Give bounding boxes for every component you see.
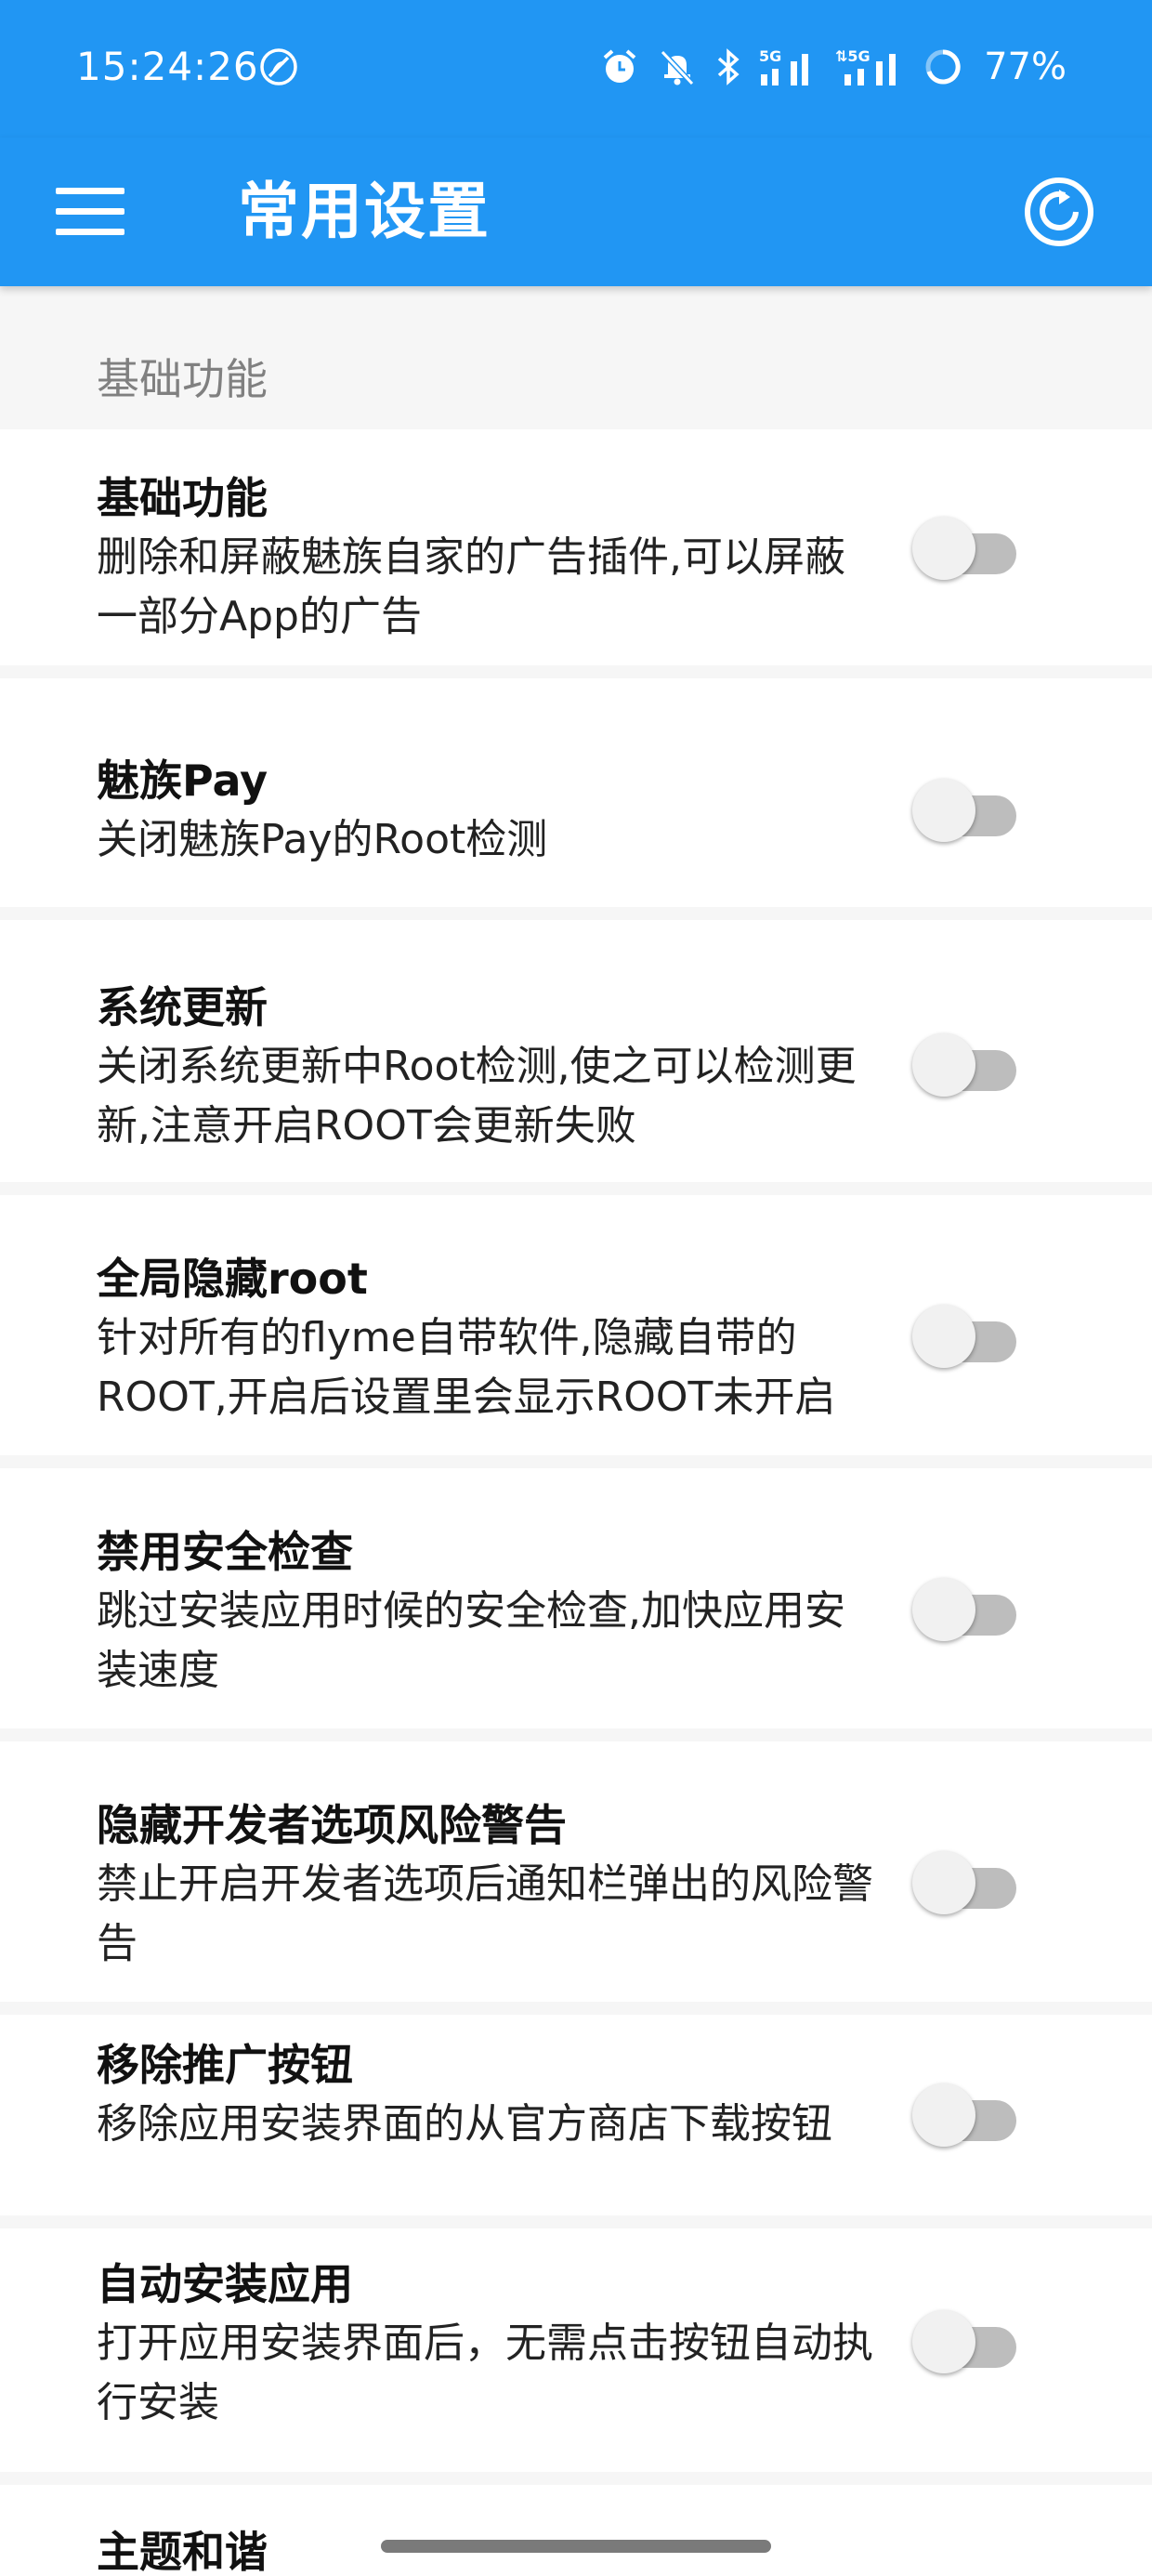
toggle-switch[interactable] — [912, 1578, 1016, 1641]
setting-desc: 删除和屏蔽魅族自家的广告插件,可以屏蔽一部分App的广告 — [97, 533, 845, 640]
setting-item-system-update[interactable]: 系统更新 关闭系统更新中Root检测,使之可以检测更新,注意开启ROOT会更新失… — [0, 920, 1152, 1182]
switch-thumb — [912, 1578, 975, 1641]
toggle-switch[interactable] — [912, 1033, 1016, 1097]
setting-item-meizu-pay[interactable]: 魅族Pay 关闭魅族Pay的Root检测 — [0, 678, 1152, 907]
status-icons: 5G ⇅5G 77% — [599, 41, 1067, 93]
app-bar: 常用设置 — [0, 138, 1152, 286]
setting-item-theme[interactable]: 主题和谐 — [0, 2485, 1152, 2576]
switch-thumb — [912, 2310, 975, 2373]
toggle-switch[interactable] — [912, 1851, 1016, 1914]
no-tracking-icon — [260, 48, 297, 85]
setting-desc: 移除应用安装界面的从官方商店下载按钮 — [97, 2100, 832, 2148]
setting-item-disable-security-check[interactable]: 禁用安全检查 跳过安装应用时候的安全检查,加快应用安装速度 — [0, 1468, 1152, 1728]
setting-item-global-hide-root[interactable]: 全局隐藏root 针对所有的flyme自带软件,隐藏自带的ROOT,开启后设置里… — [0, 1195, 1152, 1455]
setting-title: 系统更新 — [97, 982, 268, 1032]
section-header: 基础功能 — [0, 286, 1152, 429]
setting-title: 移除推广按钮 — [97, 2040, 353, 2090]
menu-icon[interactable] — [52, 167, 141, 256]
setting-title: 隐藏开发者选项风险警告 — [97, 1800, 567, 1850]
toggle-switch[interactable] — [912, 517, 1016, 580]
switch-thumb — [912, 2083, 975, 2147]
battery-ring-icon — [925, 49, 961, 85]
switch-thumb — [912, 1033, 975, 1097]
setting-item-basic[interactable]: 基础功能 删除和屏蔽魅族自家的广告插件,可以屏蔽一部分App的广告 — [0, 429, 1152, 665]
switch-thumb — [912, 1305, 975, 1368]
signal-5g-icon: 5G — [759, 47, 809, 85]
setting-desc: 打开应用安装界面后，无需点击按钮自动执行安装 — [97, 2320, 873, 2426]
setting-desc: 关闭魅族Pay的Root检测 — [97, 816, 548, 863]
settings-content: 基础功能 基础功能 删除和屏蔽魅族自家的广告插件,可以屏蔽一部分App的广告 魅… — [0, 286, 1152, 2576]
switch-thumb — [912, 779, 975, 842]
setting-desc: 禁止开启开发者选项后通知栏弹出的风险警告 — [97, 1860, 873, 1967]
svg-text:⇅5G: ⇅5G — [835, 47, 871, 65]
setting-desc: 关闭系统更新中Root检测,使之可以检测更新,注意开启ROOT会更新失败 — [97, 1043, 857, 1150]
setting-title: 全局隐藏root — [97, 1254, 368, 1304]
setting-item-remove-promo-button[interactable]: 移除推广按钮 移除应用安装界面的从官方商店下载按钮 — [0, 2015, 1152, 2215]
setting-item-auto-install[interactable]: 自动安装应用 打开应用安装界面后，无需点击按钮自动执行安装 — [0, 2228, 1152, 2472]
setting-title: 自动安装应用 — [97, 2259, 353, 2309]
setting-item-hide-dev-warning[interactable]: 隐藏开发者选项风险警告 禁止开启开发者选项后通知栏弹出的风险警告 — [0, 1741, 1152, 2002]
setting-desc: 针对所有的flyme自带软件,隐藏自带的ROOT,开启后设置里会显示ROOT未开… — [97, 1314, 836, 1421]
page-title: 常用设置 — [238, 176, 491, 247]
refresh-icon[interactable] — [1011, 164, 1107, 260]
bluetooth-icon — [717, 48, 740, 85]
setting-title: 魅族Pay — [97, 756, 268, 806]
home-indicator[interactable] — [381, 2540, 771, 2553]
switch-thumb — [912, 1851, 975, 1914]
signal-5g-icon-2: ⇅5G — [835, 47, 897, 85]
toggle-switch[interactable] — [912, 779, 1016, 842]
status-bar: 15:24:26 5G ⇅5G 77% — [0, 0, 1152, 138]
toggle-switch[interactable] — [912, 1305, 1016, 1368]
setting-title: 禁用安全检查 — [97, 1527, 353, 1577]
svg-text:5G: 5G — [759, 47, 781, 65]
switch-thumb — [912, 517, 975, 580]
battery-level: 77% — [984, 46, 1067, 88]
alarm-icon — [603, 49, 636, 83]
toggle-switch[interactable] — [912, 2083, 1016, 2147]
mute-bell-icon — [660, 49, 695, 86]
status-time: 15:24:26 — [76, 44, 259, 89]
setting-desc: 跳过安装应用时候的安全检查,加快应用安装速度 — [97, 1587, 845, 1694]
setting-title: 基础功能 — [97, 473, 268, 523]
toggle-switch[interactable] — [912, 2310, 1016, 2373]
